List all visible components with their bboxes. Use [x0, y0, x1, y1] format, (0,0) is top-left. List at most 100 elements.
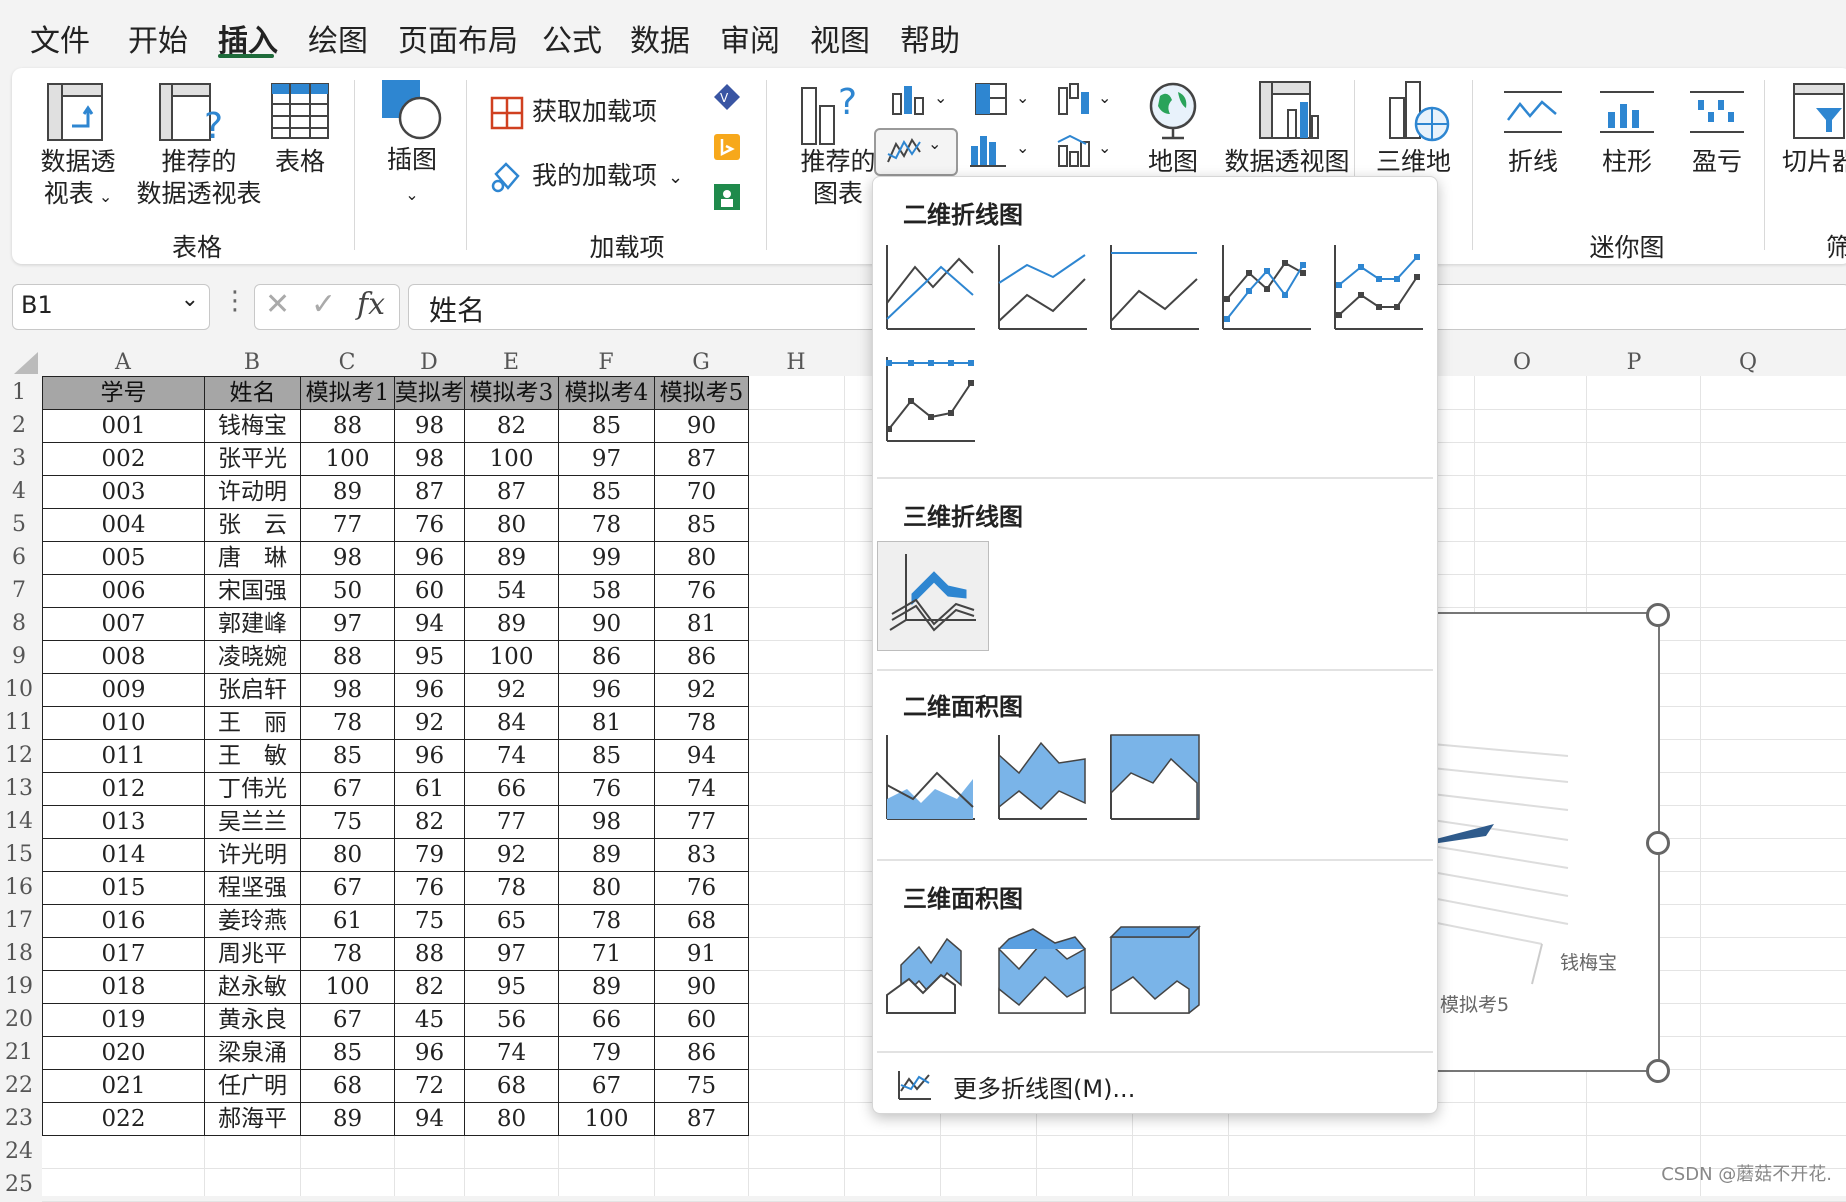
line-chart-dropdown-button[interactable]: ⌄ [874, 128, 958, 176]
line-chart-option[interactable] [885, 243, 977, 335]
table-cell[interactable]: 吴兰兰 [204, 805, 301, 839]
table-cell[interactable]: 87 [654, 442, 749, 476]
row-header[interactable]: 4 [0, 479, 38, 504]
more-options-icon[interactable]: ⋮ [222, 286, 248, 316]
cancel-icon[interactable]: ✕ [265, 287, 290, 322]
row-header[interactable]: 3 [0, 446, 38, 471]
table-cell[interactable]: 97 [300, 607, 395, 641]
chevron-down-icon[interactable]: ⌄ [668, 162, 683, 194]
table-cell[interactable]: 72 [394, 1069, 465, 1103]
table-cell[interactable]: 96 [394, 739, 465, 773]
table-header-cell[interactable]: 学号 [42, 376, 205, 410]
sparkline-winloss-button[interactable]: 盈亏 [1682, 146, 1752, 178]
column-header[interactable]: Q [1700, 348, 1796, 376]
table-cell[interactable]: 82 [464, 409, 559, 443]
insert-function-icon[interactable]: fx [357, 287, 385, 322]
table-cell[interactable]: 90 [654, 409, 749, 443]
table-cell[interactable]: 011 [42, 739, 205, 773]
3d-map-button[interactable]: 三维地 [1376, 146, 1476, 178]
table-cell[interactable]: 74 [464, 1036, 559, 1070]
sparkline-line-button[interactable]: 折线 [1498, 146, 1568, 178]
row-header[interactable]: 9 [0, 644, 38, 669]
table-header-cell[interactable]: 姓名 [204, 376, 301, 410]
pivot-chart-button[interactable]: 数据透视图 [1212, 146, 1362, 178]
table-cell[interactable]: 86 [654, 1036, 749, 1070]
table-cell[interactable]: 65 [464, 904, 559, 938]
table-cell[interactable]: 97 [464, 937, 559, 971]
table-cell[interactable]: 89 [464, 607, 559, 641]
table-cell[interactable]: 83 [654, 838, 749, 872]
my-addins-button[interactable]: 我的加载项 [532, 160, 657, 192]
recommended-pivot-icon[interactable]: ? [158, 82, 226, 146]
table-header-cell[interactable]: 莫拟考 [394, 376, 465, 410]
table-cell[interactable]: 许动明 [204, 475, 301, 509]
table-cell[interactable]: 78 [558, 904, 655, 938]
table-cell[interactable]: 006 [42, 574, 205, 608]
globe-icon[interactable] [1146, 80, 1200, 142]
slicer-icon[interactable] [1792, 82, 1846, 140]
row-header[interactable]: 18 [0, 941, 38, 966]
row-header[interactable]: 19 [0, 974, 38, 999]
bing-icon[interactable] [712, 132, 742, 162]
table-cell[interactable]: 90 [558, 607, 655, 641]
table-cell[interactable]: 张 云 [204, 508, 301, 542]
table-header-cell[interactable]: 模拟考4 [558, 376, 655, 410]
column-header[interactable]: D [394, 348, 464, 376]
chevron-down-icon[interactable]: ⌄ [1098, 132, 1111, 164]
table-cell[interactable]: 张启轩 [204, 673, 301, 707]
table-cell[interactable]: 50 [300, 574, 395, 608]
chevron-down-icon[interactable]: ⌄ [1098, 82, 1111, 114]
table-cell[interactable]: 98 [394, 409, 465, 443]
enter-icon[interactable]: ✓ [311, 287, 336, 322]
table-cell[interactable]: 95 [394, 640, 465, 674]
table-cell[interactable]: 76 [394, 508, 465, 542]
row-header[interactable]: 2 [0, 413, 38, 438]
table-cell[interactable]: 68 [464, 1069, 559, 1103]
table-header-cell[interactable]: 模拟考3 [464, 376, 559, 410]
table-cell[interactable]: 45 [394, 1003, 465, 1037]
row-header[interactable]: 1 [0, 380, 38, 405]
table-cell[interactable]: 016 [42, 904, 205, 938]
table-cell[interactable]: 017 [42, 937, 205, 971]
table-cell[interactable]: 68 [300, 1069, 395, 1103]
table-cell[interactable]: 任广明 [204, 1069, 301, 1103]
table-cell[interactable]: 梁泉涌 [204, 1036, 301, 1070]
row-header[interactable]: 5 [0, 512, 38, 537]
row-header[interactable]: 24 [0, 1139, 38, 1164]
table-cell[interactable]: 98 [300, 541, 395, 575]
table-cell[interactable]: 80 [464, 1102, 559, 1136]
store-icon[interactable] [490, 96, 524, 130]
my-addins-icon[interactable] [490, 160, 524, 194]
table-cell[interactable]: 76 [558, 772, 655, 806]
row-header[interactable]: 12 [0, 743, 38, 768]
table-cell[interactable]: 85 [558, 409, 655, 443]
area-chart-option[interactable] [885, 733, 977, 825]
column-header[interactable]: G [654, 348, 748, 376]
table-cell[interactable]: 66 [464, 772, 559, 806]
chevron-down-icon[interactable]: ⌄ [181, 287, 199, 312]
table-cell[interactable]: 77 [464, 805, 559, 839]
table-cell[interactable]: 79 [394, 838, 465, 872]
sparkline-column-icon[interactable] [1598, 86, 1656, 138]
select-all-icon[interactable] [14, 352, 38, 374]
3d-line-option[interactable] [877, 541, 989, 651]
table-cell[interactable]: 58 [558, 574, 655, 608]
table-cell[interactable]: 85 [558, 739, 655, 773]
table-cell[interactable]: 98 [300, 673, 395, 707]
table-cell[interactable]: 004 [42, 508, 205, 542]
table-cell[interactable]: 60 [654, 1003, 749, 1037]
table-cell[interactable]: 89 [300, 475, 395, 509]
sparkline-winloss-icon[interactable] [1688, 86, 1746, 138]
more-line-charts-item[interactable]: 更多折线图(M)... [893, 1063, 1413, 1107]
table-cell[interactable]: 81 [654, 607, 749, 641]
table-cell[interactable]: 96 [394, 673, 465, 707]
table-cell[interactable]: 67 [558, 1069, 655, 1103]
column-header[interactable]: C [300, 348, 394, 376]
table-cell[interactable]: 67 [300, 871, 395, 905]
table-cell[interactable]: 013 [42, 805, 205, 839]
table-cell[interactable]: 009 [42, 673, 205, 707]
table-cell[interactable]: 018 [42, 970, 205, 1004]
table-cell[interactable]: 92 [464, 673, 559, 707]
table-cell[interactable]: 76 [654, 871, 749, 905]
people-graph-icon[interactable] [712, 182, 742, 212]
